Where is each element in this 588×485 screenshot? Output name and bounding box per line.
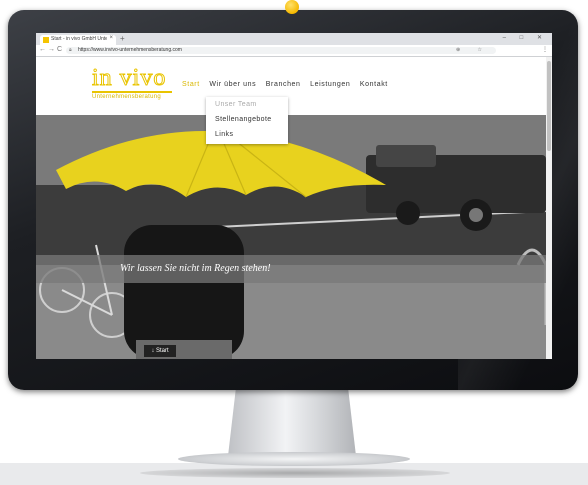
- tab-title: Start - in vivo GmbH Unternehm: [51, 36, 107, 42]
- url-text: https://www.invivo-unternehmensberatung.…: [78, 47, 182, 53]
- logo-underline: [92, 91, 172, 93]
- browser-tab[interactable]: Start - in vivo GmbH Unternehm ×: [40, 35, 116, 45]
- hero-caption: Wir lassen Sie nicht im Regen stehen!: [120, 263, 271, 274]
- nav-item-kontakt[interactable]: Kontakt: [360, 81, 388, 88]
- camera-dot-icon: [285, 0, 299, 14]
- tab-bar: Start - in vivo GmbH Unternehm × + – □ ✕: [36, 33, 552, 45]
- forward-button[interactable]: →: [48, 46, 55, 53]
- hero-photo: [36, 115, 546, 359]
- browser-toolbar: ← → C 🔒︎ https://www.invivo-unternehmens…: [36, 45, 552, 57]
- address-bar[interactable]: 🔒︎ https://www.invivo-unternehmensberatu…: [66, 47, 496, 54]
- monitor-stand-base: [178, 452, 410, 466]
- nav-item-leistungen[interactable]: Leistungen: [310, 81, 350, 88]
- hero-caption-banner: [36, 255, 546, 283]
- person-with-umbrella: [124, 225, 244, 359]
- lock-icon: 🔒︎: [69, 47, 72, 53]
- dropdown-item-unser-team[interactable]: Unser Team: [206, 97, 288, 112]
- web-page: in vivo Unternehmensberatung Start Wir ü…: [36, 57, 546, 359]
- nav-item-wir-ueber-uns[interactable]: Wir über uns: [209, 81, 256, 88]
- browser-menu-icon[interactable]: ⋮: [542, 46, 548, 53]
- new-tab-button[interactable]: +: [120, 34, 125, 43]
- logo-subtitle: Unternehmensberatung: [92, 94, 162, 100]
- tab-close-icon[interactable]: ×: [109, 35, 113, 41]
- nav-item-start[interactable]: Start: [182, 81, 200, 88]
- dropdown-item-stellenangebote[interactable]: Stellenangebote: [206, 112, 288, 127]
- hero-image: Wir lassen Sie nicht im Regen stehen! ↓ …: [36, 115, 546, 359]
- monitor-stand-neck: [228, 390, 356, 456]
- address-bar-icons[interactable]: ⊕ ☆: [456, 47, 490, 53]
- site-logo[interactable]: in vivo: [91, 65, 166, 92]
- main-nav: Start Wir über uns Branchen Leistungen K…: [182, 81, 395, 88]
- reload-button[interactable]: C: [57, 46, 62, 53]
- dropdown-item-links[interactable]: Links: [206, 127, 288, 142]
- dropdown-wir-ueber-uns: Unser Team Stellenangebote Links: [206, 97, 288, 144]
- favicon-icon: [43, 37, 49, 43]
- site-header: in vivo Unternehmensberatung Start Wir ü…: [36, 57, 546, 115]
- scrollbar-thumb[interactable]: [547, 61, 551, 151]
- back-button[interactable]: ←: [39, 46, 46, 53]
- nav-item-branchen[interactable]: Branchen: [266, 81, 301, 88]
- window-controls[interactable]: – □ ✕: [503, 34, 548, 41]
- stand-shadow: [140, 468, 450, 478]
- browser-screen: Start - in vivo GmbH Unternehm × + – □ ✕…: [36, 33, 552, 359]
- start-scroll-button[interactable]: ↓ Start: [144, 345, 176, 357]
